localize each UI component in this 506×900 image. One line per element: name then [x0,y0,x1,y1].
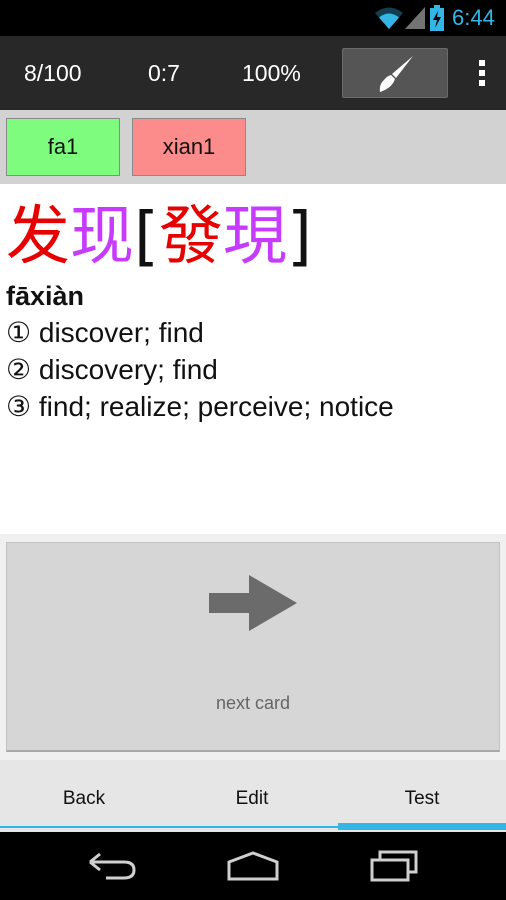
definition-3: ③ find; realize; perceive; notice [6,391,394,422]
syllable-tile-1[interactable]: fa1 [6,118,120,176]
action-bar: 8/100 0:7 100% [0,36,506,110]
traditional-char-2: 現 [222,200,287,274]
bracket-close: ] [286,200,312,274]
clock: 6:44 [452,5,495,30]
next-card-label: next card [215,693,291,713]
pinyin: fāxiàn [6,281,85,311]
tab-edit[interactable]: Edit [168,760,336,832]
syllable-row: fa1 xian1 [0,110,506,184]
home-nav-icon[interactable] [226,850,280,882]
brush-button[interactable] [342,48,448,98]
tab-back[interactable]: Back [0,760,168,832]
status-bar: 6:44 [0,0,506,36]
simplified-char-2: 现 [70,200,134,274]
traditional-char-1: 發 [158,200,223,274]
flashcard: 发现[發現] fāxiàn ① discover; find ② discove… [0,184,506,534]
battery-charging-icon [430,5,444,31]
tab-selected-indicator [338,823,506,830]
timer: 0:7 [148,60,180,86]
next-card-area: next card [0,534,506,760]
nav-bar [0,832,506,900]
paintbrush-icon [379,56,413,92]
definition-2: ② discovery; find [6,354,218,385]
simplified-char-1: 发 [6,200,70,274]
overflow-menu-button[interactable] [464,48,502,98]
definition-1: ① discover; find [6,317,204,348]
syllable-tile-2[interactable]: xian1 [132,118,246,176]
score-percent: 100% [242,60,301,86]
bracket-open: [ [134,200,159,274]
headword: 发现[發現] [6,200,312,274]
arrow-right-icon [209,575,297,631]
tab-bar: Back Edit Test [0,760,506,832]
recents-nav-icon[interactable] [368,850,420,882]
signal-icon [405,7,425,29]
back-nav-icon[interactable] [86,850,138,882]
tab-test[interactable]: Test [338,760,506,832]
wifi-icon [375,7,403,29]
next-card-button[interactable]: next card [6,542,500,752]
progress-counter: 8/100 [24,60,82,86]
